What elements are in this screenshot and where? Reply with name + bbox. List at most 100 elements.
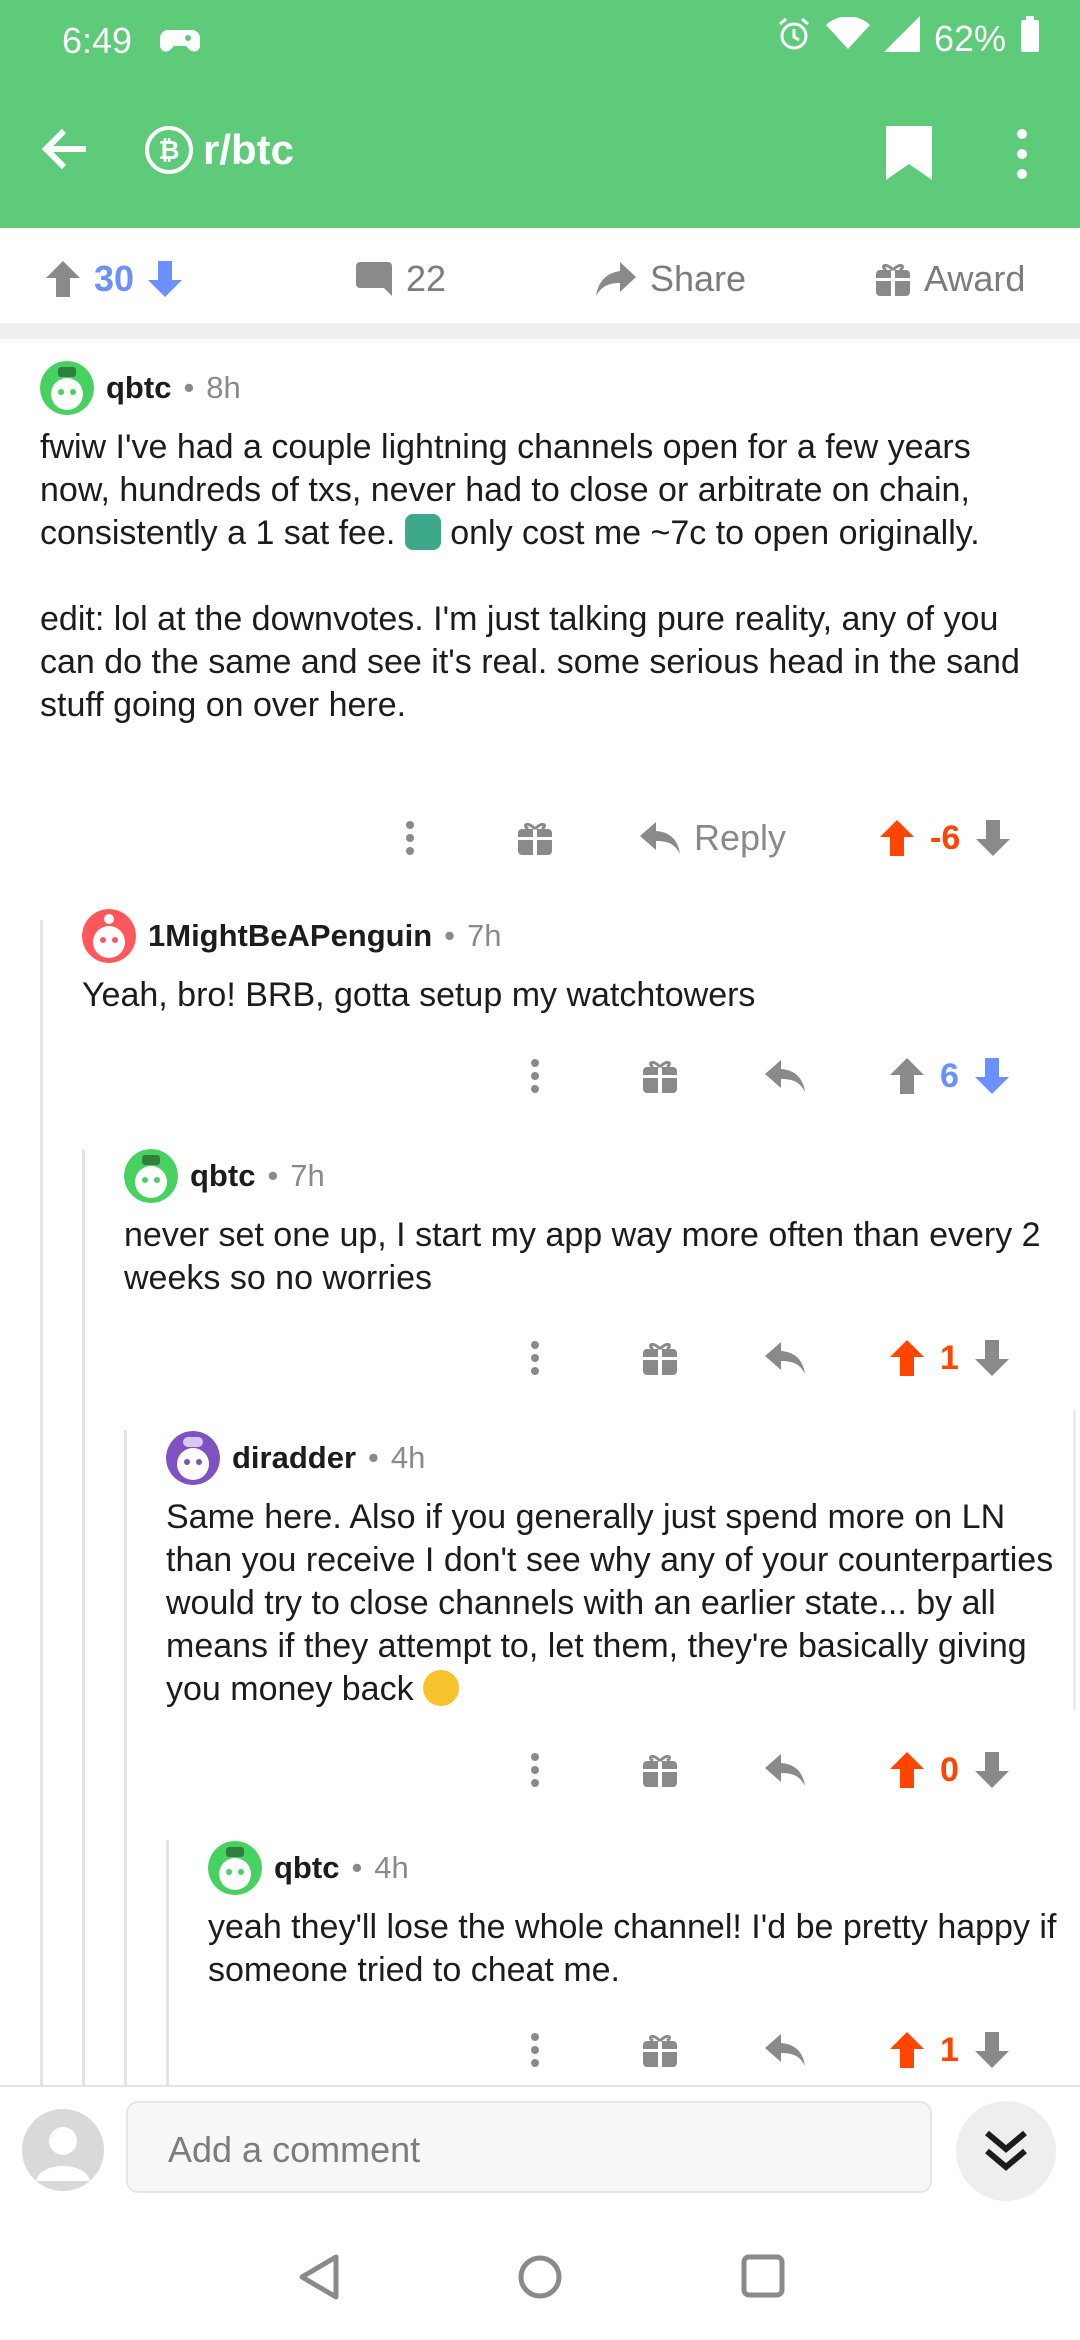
upvote-icon[interactable] (890, 1058, 924, 1094)
reply-button[interactable] (755, 1740, 815, 1800)
more-options-button[interactable] (505, 1046, 565, 1106)
award-button[interactable] (630, 2020, 690, 2080)
comment-text: Same here. Also if you generally just sp… (166, 1498, 1054, 1708)
comment-text: only cost me ~7c to open originally. (440, 514, 980, 552)
status-bar: 6:49 62% (0, 0, 1080, 80)
collapse-threads-button[interactable] (956, 2101, 1056, 2201)
subreddit-chip[interactable]: ₿ r/btc (145, 126, 294, 174)
share-icon (596, 262, 636, 296)
comment-header: diradder • 4h (166, 1430, 1066, 1486)
comment-author[interactable]: diradder (232, 1440, 356, 1476)
avatar[interactable] (40, 361, 94, 415)
comment-age-separator: • (183, 370, 195, 405)
comment-composer: Add a comment (0, 2085, 1080, 2217)
status-time: 6:49 (62, 20, 133, 61)
more-options-button[interactable] (505, 1740, 565, 1800)
downvote-icon[interactable] (148, 261, 183, 297)
comment-age: 4h (390, 1440, 426, 1475)
more-options-button[interactable] (505, 1328, 565, 1388)
downvote-icon[interactable] (974, 1340, 1009, 1376)
nav-recents-button[interactable] (740, 2253, 786, 2304)
scrollbar[interactable] (1073, 1410, 1076, 1710)
reply-icon (765, 2034, 805, 2066)
more-vertical-icon (531, 2033, 539, 2067)
comment-input[interactable]: Add a comment (126, 2101, 932, 2193)
downvote-icon[interactable] (974, 1752, 1009, 1788)
award-button[interactable] (630, 1046, 690, 1106)
thread-line-level-2 (82, 1150, 85, 2085)
upvote-icon[interactable] (46, 261, 80, 297)
more-vertical-icon (1017, 129, 1027, 179)
comment-score: 0 (940, 1750, 959, 1789)
section-divider (0, 323, 1080, 339)
upvote-icon[interactable] (890, 1340, 924, 1376)
wifi-icon (825, 16, 870, 60)
comment-age: 4h (374, 1850, 409, 1885)
more-options-button[interactable] (1000, 122, 1044, 186)
comment-header: 1MightBeAPenguin • 7h (82, 908, 1052, 964)
nav-home-button[interactable] (516, 2253, 564, 2306)
avatar[interactable] (166, 1431, 220, 1485)
user-avatar[interactable] (22, 2109, 104, 2191)
downvote-icon[interactable] (974, 2032, 1009, 2068)
square-recents-icon (741, 2254, 785, 2298)
reply-button[interactable]: Reply (640, 808, 786, 868)
comment-score: 1 (940, 2030, 959, 2069)
avatar[interactable] (208, 1841, 262, 1895)
share-label: Share (650, 258, 747, 299)
comment-author[interactable]: qbtc (190, 1158, 255, 1194)
reply-icon (640, 822, 680, 854)
comment: qbtc • 4h yeah they'll lose the whole ch… (208, 1840, 1058, 1992)
more-vertical-icon (531, 1753, 539, 1787)
vote-group: -6 (880, 808, 1011, 868)
bookmark-button[interactable] (886, 126, 934, 182)
more-vertical-icon (406, 821, 414, 855)
reply-button[interactable] (755, 1328, 815, 1388)
upvote-icon[interactable] (890, 1752, 924, 1788)
comment-author[interactable]: qbtc (106, 370, 171, 406)
comment-body: Same here. Also if you generally just sp… (166, 1496, 1066, 1711)
downvote-icon[interactable] (974, 1058, 1009, 1094)
reply-button[interactable] (755, 2020, 815, 2080)
share-button[interactable]: Share (596, 258, 746, 300)
triangle-back-icon (299, 2254, 339, 2300)
comment-age-separator: • (444, 918, 456, 953)
back-arrow-icon (41, 128, 86, 170)
avatar[interactable] (82, 909, 136, 963)
reply-icon (765, 1342, 805, 1374)
gift-icon (643, 2034, 677, 2067)
app-header: 6:49 62% ₿ r/btc (0, 0, 1080, 228)
vote-group: 0 (890, 1740, 1009, 1800)
gift-icon (643, 1754, 677, 1787)
laughing-tears-emoji (423, 1670, 460, 1706)
comment-author[interactable]: qbtc (274, 1850, 339, 1886)
avatar[interactable] (124, 1149, 178, 1203)
more-options-button[interactable] (380, 808, 440, 868)
award-button[interactable] (630, 1328, 690, 1388)
thread-line-level-3 (124, 1430, 127, 2085)
comment-body: Yeah, bro! BRB, gotta setup my watchtowe… (82, 976, 756, 1014)
app-bar: ₿ r/btc (0, 100, 1080, 210)
comment-header: qbtc • 8h (40, 360, 1050, 416)
award-button[interactable]: Award (876, 258, 1025, 300)
post-action-bar: 30 22 Share Award (0, 228, 1080, 328)
more-options-button[interactable] (505, 2020, 565, 2080)
upvote-icon[interactable] (880, 820, 914, 856)
gift-icon (876, 263, 910, 296)
reply-button[interactable] (755, 1046, 815, 1106)
nav-back-button[interactable] (296, 2253, 340, 2306)
comment-body: never set one up, I start my app way mor… (124, 1216, 1041, 1297)
award-button[interactable] (630, 1740, 690, 1800)
comment-author[interactable]: 1MightBeAPenguin (148, 918, 432, 954)
comment-age-separator: • (351, 1850, 363, 1885)
downvote-icon[interactable] (976, 820, 1011, 856)
award-button[interactable] (505, 808, 565, 868)
thread-line-level-4 (166, 1840, 169, 2085)
more-vertical-icon (531, 1059, 539, 1093)
comment-body-edit: edit: lol at the downvotes. I'm just tal… (40, 600, 1020, 724)
battery-icon (1020, 16, 1040, 61)
comments-button[interactable]: 22 (356, 258, 446, 300)
upvote-icon[interactable] (890, 2032, 924, 2068)
back-button[interactable] (40, 124, 110, 186)
double-chevron-down-icon (985, 2130, 1027, 2171)
